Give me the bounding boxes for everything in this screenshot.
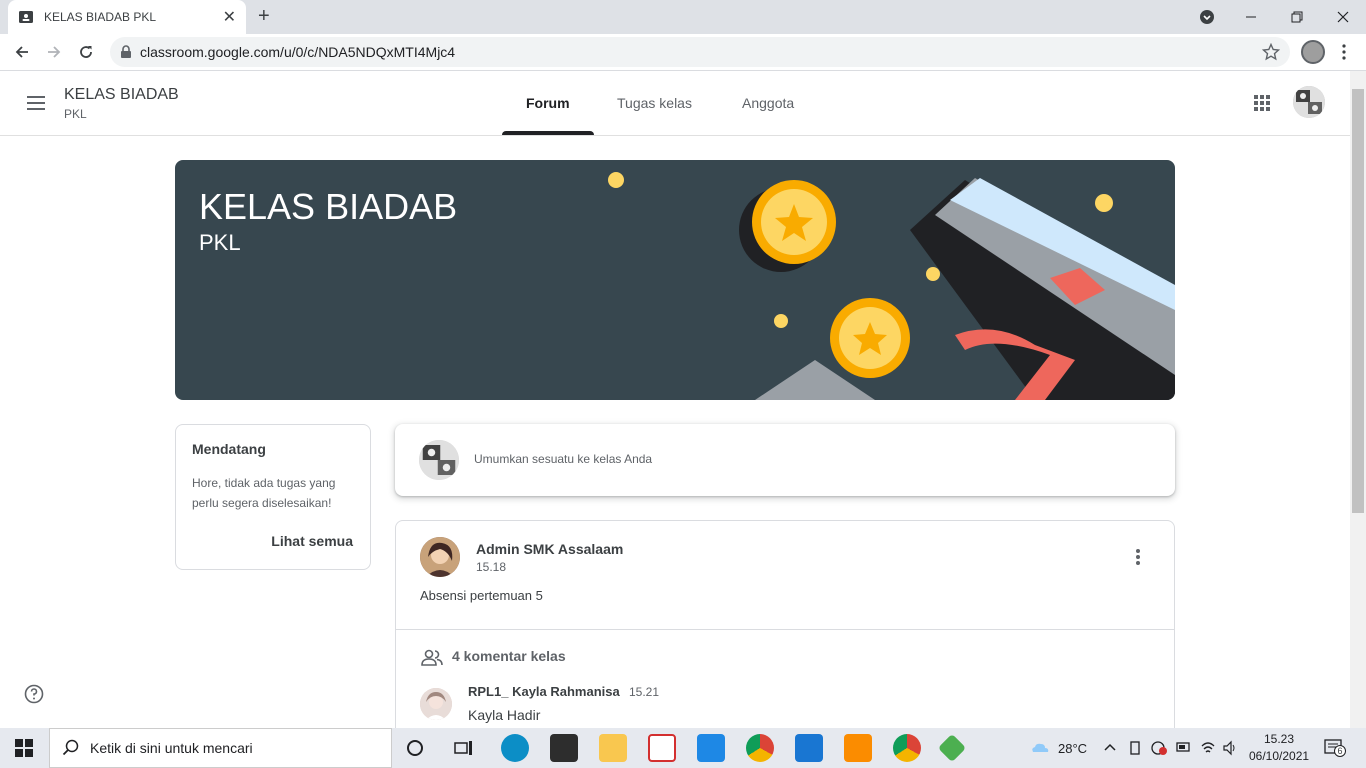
user-avatar[interactable] [1293, 86, 1325, 118]
url-text: classroom.google.com/u/0/c/NDA5NDQxMTI4M… [140, 44, 456, 60]
classroom-header: KELAS BIADAB PKL Forum Tugas kelas Anggo… [0, 71, 1350, 136]
divider [396, 629, 1174, 630]
restore-icon[interactable] [1274, 0, 1320, 34]
edge-icon[interactable] [501, 734, 529, 762]
search-placeholder: Ketik di sini untuk mencari [90, 740, 253, 756]
browser-tab[interactable]: KELAS BIADAB PKL ✕ [8, 0, 246, 34]
gift-icon[interactable] [648, 734, 676, 762]
comment-text: Kayla Hadir [468, 707, 541, 723]
git-icon[interactable] [937, 733, 967, 763]
class-banner: KELAS BIADAB PKL [175, 160, 1175, 400]
battery-icon[interactable] [1176, 741, 1192, 753]
star-icon[interactable] [1262, 43, 1280, 61]
task-view-icon[interactable] [454, 739, 474, 757]
back-icon[interactable] [10, 40, 34, 64]
chrome-active-icon[interactable] [893, 734, 921, 762]
temperature[interactable]: 28°C [1058, 741, 1087, 756]
usb-icon[interactable] [1128, 740, 1142, 756]
wifi-icon[interactable] [1200, 740, 1216, 756]
tab-title: KELAS BIADAB PKL [44, 10, 157, 24]
chrome-icon[interactable] [746, 734, 774, 762]
page-scrollbar[interactable] [1350, 71, 1366, 728]
scrollbar-thumb[interactable] [1352, 89, 1364, 513]
cortana-icon[interactable] [406, 739, 424, 757]
post-author: Admin SMK Assalaam [476, 541, 624, 557]
volume-icon[interactable] [1222, 740, 1238, 756]
more-vert-icon[interactable] [1128, 547, 1148, 567]
post-time: 15.18 [476, 560, 507, 574]
tab-search-icon[interactable] [1184, 0, 1230, 34]
comment-time: 15.21 [629, 685, 660, 699]
upcoming-title: Mendatang [192, 441, 266, 457]
store-icon[interactable] [550, 734, 578, 762]
tab-forum[interactable]: Forum [502, 71, 594, 135]
see-all-link[interactable]: Lihat semua [271, 533, 353, 549]
people-icon [421, 649, 443, 666]
announce-box[interactable]: Umumkan sesuatu ke kelas Anda [395, 424, 1175, 496]
notification-badge: 6 [1334, 745, 1346, 757]
help-icon[interactable] [24, 684, 44, 704]
author-avatar [420, 537, 460, 577]
upcoming-card: Mendatang Hore, tidak ada tugas yang per… [175, 424, 371, 570]
vscode-icon[interactable] [795, 734, 823, 762]
xampp-icon[interactable] [844, 734, 872, 762]
file-explorer-icon[interactable] [599, 734, 627, 762]
windows-taskbar: Ketik di sini untuk mencari 28°C 15.23 0… [0, 728, 1366, 768]
search-icon [62, 739, 79, 756]
address-bar[interactable]: classroom.google.com/u/0/c/NDA5NDQxMTI4M… [110, 37, 1290, 67]
classroom-favicon [19, 11, 33, 23]
close-window-icon[interactable] [1320, 0, 1366, 34]
apps-grid-icon[interactable] [1250, 91, 1274, 115]
close-icon[interactable]: ✕ [223, 7, 236, 27]
comment-count[interactable]: 4 komentar kelas [452, 648, 566, 664]
profile-avatar[interactable] [1301, 40, 1325, 64]
clock-date[interactable]: 06/10/2021 [1249, 749, 1309, 763]
notification-icon[interactable]: 6 [1324, 739, 1346, 757]
class-section: PKL [64, 107, 87, 121]
chevron-up-icon[interactable] [1104, 742, 1116, 752]
lock-icon [121, 45, 131, 58]
windows-icon[interactable] [14, 738, 34, 758]
network-status-icon[interactable] [1150, 740, 1168, 756]
user-avatar [419, 440, 459, 480]
class-name[interactable]: KELAS BIADAB [64, 86, 179, 104]
clock-time[interactable]: 15.23 [1264, 732, 1294, 746]
forward-icon[interactable] [42, 40, 66, 64]
taskbar-search[interactable]: Ketik di sini untuk mencari [49, 728, 392, 768]
more-vert-icon[interactable] [1342, 44, 1346, 65]
commenter-avatar [420, 688, 452, 720]
tab-tugas-kelas[interactable]: Tugas kelas [593, 71, 716, 135]
banner-illustration [608, 172, 1175, 400]
browser-tabstrip: KELAS BIADAB PKL ✕ + [0, 0, 1366, 34]
stream-post: Admin SMK Assalaam 15.18 Absensi pertemu… [395, 520, 1175, 750]
tab-anggota[interactable]: Anggota [718, 71, 818, 135]
weather-icon[interactable] [1030, 740, 1050, 756]
plus-icon[interactable]: + [258, 5, 270, 28]
reload-icon[interactable] [74, 40, 98, 64]
mail-icon[interactable] [697, 734, 725, 762]
upcoming-message: Hore, tidak ada tugas yang perlu segera … [192, 476, 336, 510]
comment-author: RPL1_ Kayla Rahmanisa [468, 684, 620, 699]
post-body: Absensi pertemuan 5 [420, 588, 543, 603]
browser-toolbar: classroom.google.com/u/0/c/NDA5NDQxMTI4M… [0, 34, 1366, 71]
minimize-icon[interactable] [1228, 0, 1274, 34]
menu-icon[interactable] [24, 91, 48, 115]
announce-placeholder[interactable]: Umumkan sesuatu ke kelas Anda [474, 452, 652, 466]
